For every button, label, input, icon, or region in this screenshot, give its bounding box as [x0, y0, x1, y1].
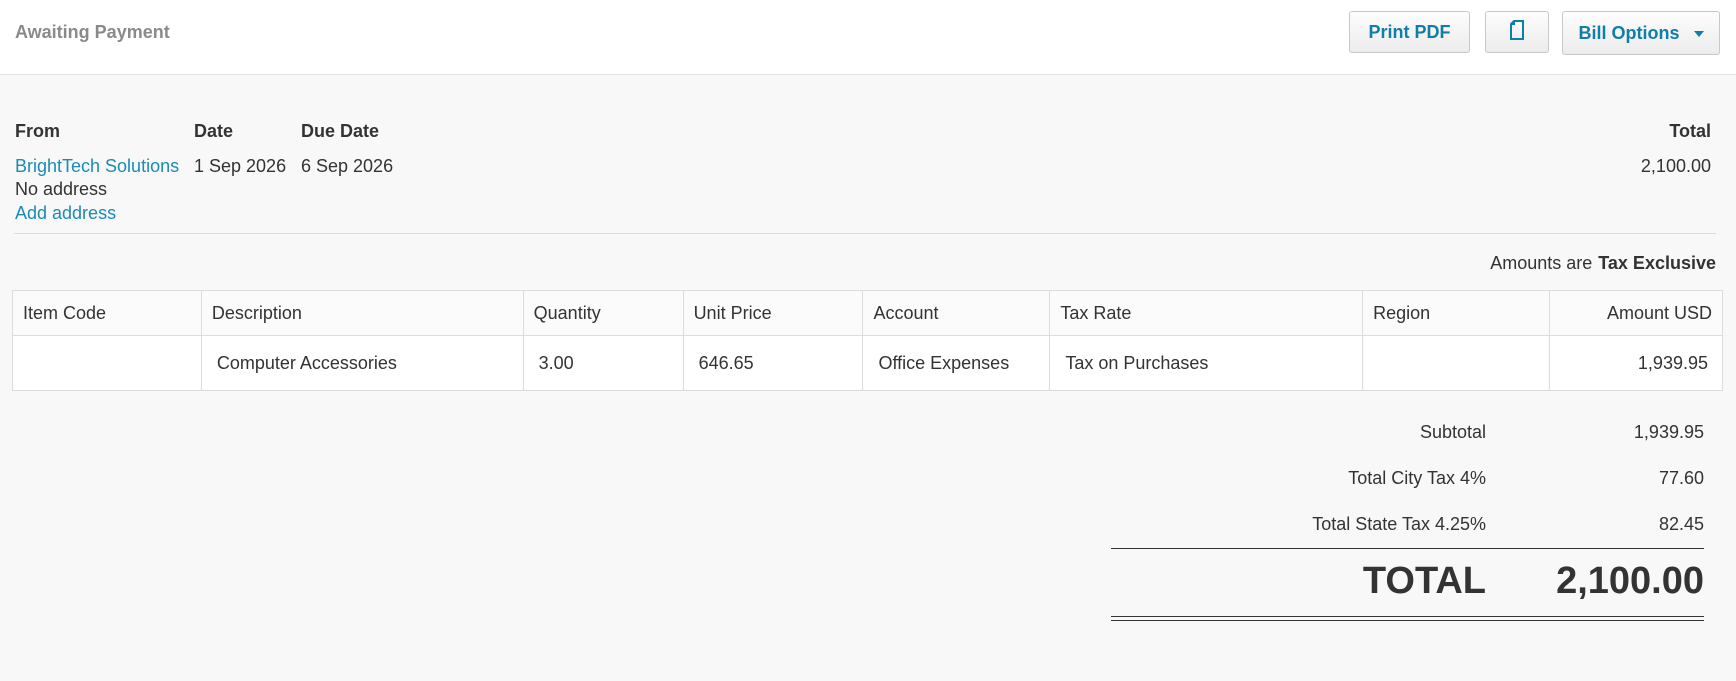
copy-button[interactable] [1485, 11, 1549, 53]
grand-total-label: TOTAL [1362, 560, 1486, 602]
bill-due-date: 6 Sep 2026 [301, 156, 394, 176]
city-tax-value: 77.60 [1658, 468, 1704, 488]
subtotal-label: Subtotal [1419, 422, 1486, 442]
total-label: Total [1669, 121, 1711, 141]
state-tax-value: 82.45 [1658, 514, 1704, 534]
column-header-region: Region [1362, 290, 1551, 336]
no-address-text: No address [15, 179, 108, 199]
section-divider [14, 233, 1716, 234]
column-header-account: Account [862, 290, 1051, 336]
chevron-down-icon [1693, 31, 1704, 37]
totals-divider [1111, 548, 1704, 549]
grand-total-value: 2,100.00 [1556, 560, 1704, 602]
cell-unit-price[interactable]: 646.65 [682, 335, 864, 391]
bill-total: 2,100.00 [1640, 156, 1711, 176]
state-tax-label: Total State Tax 4.25% [1312, 514, 1486, 534]
due-date-label: Due Date [301, 121, 380, 141]
line-items-table: Item Code Description Quantity Unit Pric… [12, 290, 1723, 391]
table-row[interactable]: Computer Accessories 3.00 646.65 Office … [12, 335, 1723, 391]
column-header-quantity: Quantity [522, 290, 684, 336]
from-label: From [15, 121, 60, 141]
bill-date: 1 Sep 2026 [194, 156, 287, 176]
tax-mode-value: Tax Exclusive [1598, 253, 1716, 273]
column-header-tax-rate: Tax Rate [1049, 290, 1364, 336]
table-header-row: Item Code Description Quantity Unit Pric… [12, 290, 1723, 336]
column-header-description: Description [200, 290, 524, 336]
top-bar: Awaiting Payment Print PDF Bill Options [0, 0, 1736, 75]
cell-account[interactable]: Office Expenses [862, 335, 1051, 391]
city-tax-label: Total City Tax 4% [1348, 468, 1486, 488]
cell-amount[interactable]: 1,939.95 [1549, 335, 1723, 391]
subtotal-value: 1,939.95 [1633, 422, 1704, 442]
column-header-amount: Amount USD [1549, 290, 1723, 336]
add-address-link[interactable]: Add address [15, 203, 116, 224]
bill-status: Awaiting Payment [15, 22, 170, 42]
print-pdf-button[interactable]: Print PDF [1349, 11, 1470, 53]
cell-quantity[interactable]: 3.00 [522, 335, 684, 391]
cell-item-code[interactable] [12, 335, 202, 391]
bill-options-button[interactable]: Bill Options [1562, 11, 1720, 55]
column-header-unit-price: Unit Price [682, 290, 864, 336]
cell-tax-rate[interactable]: Tax on Purchases [1049, 335, 1364, 391]
amounts-tax-mode: Amounts are Tax Exclusive [1490, 253, 1716, 274]
document-copy-icon [1509, 19, 1525, 45]
date-label: Date [194, 121, 234, 141]
bill-options-label: Bill Options [1578, 22, 1680, 43]
amounts-prefix: Amounts are [1490, 253, 1593, 273]
grand-total-underline-bottom [1111, 620, 1704, 621]
cell-description[interactable]: Computer Accessories [200, 335, 524, 391]
from-contact-link[interactable]: BrightTech Solutions [15, 156, 179, 177]
column-header-item-code: Item Code [12, 290, 202, 336]
cell-region[interactable] [1362, 335, 1551, 391]
grand-total-underline-top [1111, 616, 1704, 617]
